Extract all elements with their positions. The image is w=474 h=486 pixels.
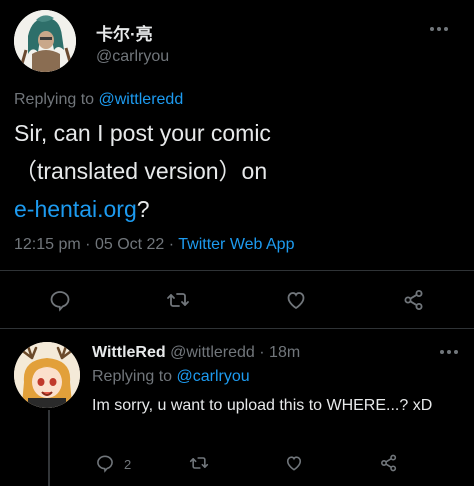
main-tweet: 卡尔·亮 @carlryou Replying to @wittleredd S…: [0, 0, 474, 328]
avatar[interactable]: [14, 10, 76, 72]
display-name[interactable]: WittleRed: [92, 344, 166, 361]
meta-separator: ·: [168, 236, 175, 253]
tweet-meta: 12:15 pm · 05 Oct 22 · Twitter Web App: [14, 236, 294, 254]
replying-prefix: Replying to: [14, 91, 95, 108]
tweet-date[interactable]: 05 Oct 22: [95, 236, 164, 253]
divider: [0, 328, 474, 329]
more-dot: [440, 350, 444, 354]
user-handle[interactable]: @carlryou: [96, 48, 169, 66]
replying-to-link[interactable]: @wittleredd: [99, 91, 184, 108]
tweet-text-line: （translated version）on: [14, 158, 268, 184]
reply-header: WittleRed @wittleredd · 18m: [92, 344, 300, 362]
more-dot: [447, 350, 451, 354]
replying-prefix: Replying to: [92, 368, 173, 385]
reply-actions: [0, 452, 474, 474]
tweet-time[interactable]: 12:15 pm: [14, 236, 81, 253]
tweet-age[interactable]: 18m: [269, 344, 300, 361]
replying-to: Replying to @carlryou: [92, 368, 250, 386]
replying-to: Replying to @wittleredd: [14, 91, 183, 109]
tweet-text-line: Sir, can I post your comic: [14, 120, 271, 146]
more-dot: [430, 27, 434, 31]
share-icon[interactable]: [400, 286, 428, 314]
tweet-text: Sir, can I post your comic （translated v…: [14, 114, 464, 228]
reply-icon[interactable]: [94, 452, 116, 474]
share-icon[interactable]: [378, 452, 400, 474]
like-icon[interactable]: [282, 286, 310, 314]
reply-text: Im sorry, u want to upload this to WHERE…: [92, 397, 433, 414]
meta-separator: ·: [259, 344, 265, 361]
more-dot: [437, 27, 441, 31]
reply-icon[interactable]: [46, 286, 74, 314]
more-icon[interactable]: [428, 20, 450, 38]
divider: [0, 270, 474, 271]
display-name[interactable]: 卡尔·亮: [96, 20, 153, 45]
tweet-source[interactable]: Twitter Web App: [178, 236, 294, 253]
reply-tweet: WittleRed @wittleredd · 18m Replying to …: [0, 330, 474, 486]
meta-separator: ·: [85, 236, 91, 253]
tweet-link[interactable]: e-hentai.org: [14, 196, 137, 222]
retweet-icon[interactable]: [164, 286, 192, 314]
avatar-illustration: [14, 342, 80, 408]
user-handle[interactable]: @wittleredd: [170, 344, 255, 361]
avatar-illustration: [14, 10, 76, 72]
avatar[interactable]: [14, 342, 80, 408]
tweet-actions: [0, 286, 474, 314]
reply-count: 2: [124, 457, 132, 472]
thread-line: [48, 410, 50, 486]
like-icon[interactable]: [283, 452, 305, 474]
more-dot: [444, 27, 448, 31]
more-icon[interactable]: [438, 344, 460, 360]
replying-to-link[interactable]: @carlryou: [177, 368, 250, 385]
tweet-text-line: e-hentai.org?: [14, 190, 464, 228]
retweet-icon[interactable]: [188, 452, 210, 474]
more-dot: [454, 350, 458, 354]
tweet-text-end: ?: [136, 196, 150, 222]
